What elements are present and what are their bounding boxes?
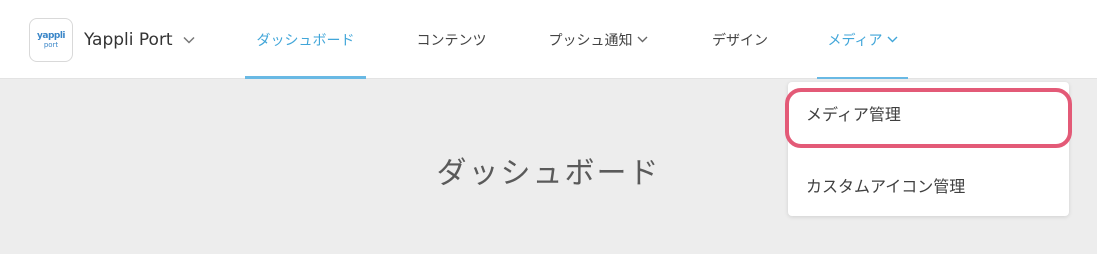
nav-tab-design-label: デザイン	[712, 32, 768, 49]
nav-tab-media-label: メディア	[827, 32, 883, 49]
menu-item-label: メディア管理	[806, 105, 901, 124]
menu-item-media-management[interactable]: メディア管理	[788, 87, 1069, 139]
menu-item-label: カスタムアイコン管理	[806, 177, 966, 196]
top-navigation-bar: yappli port Yappli Port ダッシュボード コンテンツ プッ…	[0, 0, 1097, 79]
logo-text-bottom: port	[43, 40, 59, 49]
nav-tab-push-label: プッシュ通知	[548, 32, 633, 49]
nav-tab-dashboard[interactable]: ダッシュボード	[245, 0, 366, 79]
logo-text-top: yappli	[37, 30, 66, 41]
nav-tab-media[interactable]: メディア	[817, 0, 908, 79]
chevron-down-icon	[183, 36, 195, 44]
app-name: Yappli Port	[84, 30, 173, 50]
app-logo[interactable]: yappli port	[29, 18, 73, 62]
nav-tab-contents[interactable]: コンテンツ	[408, 0, 495, 79]
menu-item-custom-icon-management[interactable]: カスタムアイコン管理	[788, 159, 1069, 211]
nav-tab-dashboard-label: ダッシュボード	[256, 32, 355, 49]
chevron-down-icon	[637, 36, 648, 43]
app-switcher[interactable]: Yappli Port	[84, 27, 195, 53]
chevron-down-icon	[887, 36, 898, 43]
media-dropdown-menu: メディア管理 カスタムアイコン管理	[788, 82, 1069, 216]
nav-tab-design[interactable]: デザイン	[705, 0, 775, 79]
nav-tab-push-notification[interactable]: プッシュ通知	[537, 0, 659, 79]
nav-tab-contents-label: コンテンツ	[416, 32, 487, 49]
